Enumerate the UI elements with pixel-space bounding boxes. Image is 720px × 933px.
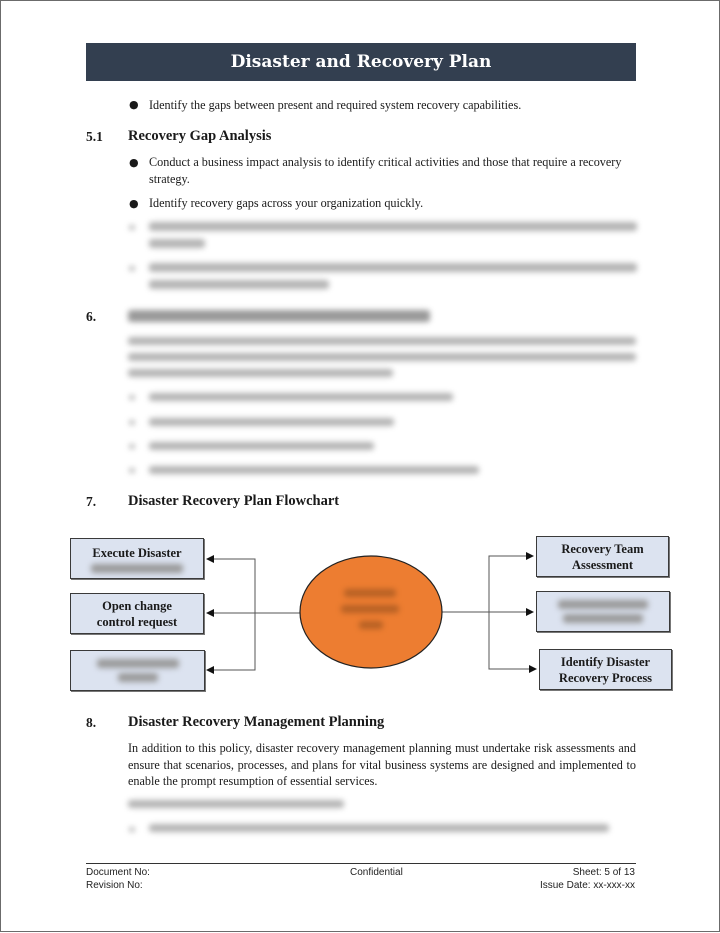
- flow-node-recovery-team-assessment: Recovery Team Assessment: [536, 536, 669, 577]
- arrow-to-identify-process: [488, 612, 537, 673]
- blurred-text: [91, 563, 183, 573]
- footer-document-no: Document No:: [86, 867, 150, 878]
- flow-node-open-change-control: Open change control request: [70, 593, 204, 634]
- blurred-text: [96, 659, 179, 668]
- section-number-8: 8.: [86, 715, 97, 730]
- flow-node-identify-disaster-recovery-process: Identify Disaster Recovery Process: [539, 649, 672, 690]
- section-title-8: Disaster Recovery Management Planning: [128, 714, 385, 730]
- flowchart-connectors: [206, 552, 537, 674]
- flow-node-label: Execute Disaster: [92, 545, 182, 560]
- section-8-paragraph: In addition to this policy, disaster rec…: [128, 741, 636, 788]
- left-connector: [206, 555, 300, 674]
- flow-node-left-3: [70, 650, 205, 691]
- blurred-text: [563, 614, 643, 623]
- footer-issue-date: Issue Date: xx-xxx-xx: [539, 880, 635, 891]
- flow-node-execute-disaster: Execute Disaster: [70, 538, 204, 579]
- flow-node-label: Open change control request: [96, 598, 178, 629]
- blurred-text: [558, 600, 648, 609]
- flow-node-label: Recovery Team Assessment: [561, 541, 644, 572]
- flow-node-label: Identify Disaster Recovery Process: [558, 654, 653, 685]
- right-connector: [442, 552, 537, 673]
- footer-sheet: Sheet: 5 of 13: [572, 867, 635, 878]
- arrow-to-recovery-team: [488, 552, 534, 612]
- flow-node-right-2: [536, 591, 670, 632]
- footer-divider: [86, 863, 636, 864]
- document-page: Disaster and Recovery Plan ● Identify th…: [0, 0, 720, 932]
- arrow-to-execute-disaster: [206, 555, 256, 613]
- footer-revision-no: Revision No:: [86, 880, 143, 891]
- arrow-to-left-node-3: [206, 613, 256, 674]
- blurred-text: [117, 673, 158, 682]
- footer-classification: Confidential: [350, 867, 403, 878]
